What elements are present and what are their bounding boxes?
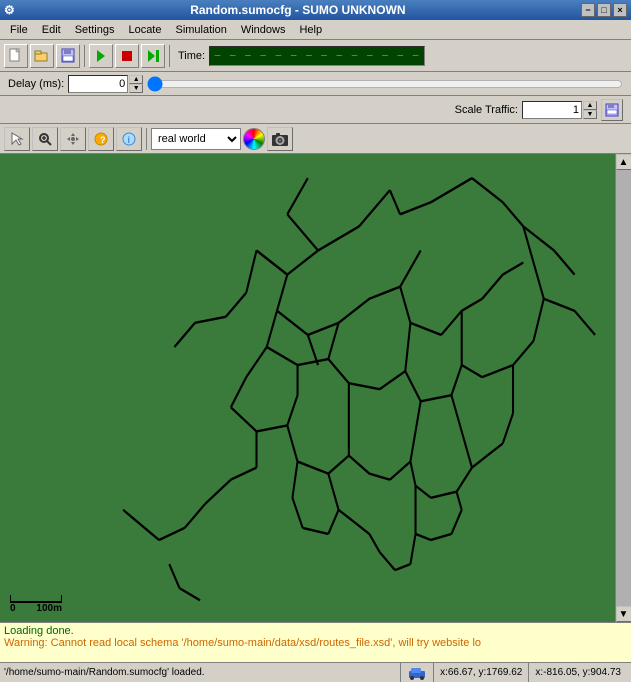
- main-toolbar: Time: − − − − − − − − − − − − − −: [0, 40, 631, 72]
- status-bar: Loading done. Warning: Cannot read local…: [0, 622, 631, 662]
- delay-down[interactable]: ▼: [129, 84, 143, 93]
- scroll-track[interactable]: [616, 170, 631, 606]
- scale-spinner[interactable]: ▲ ▼: [583, 101, 597, 119]
- delay-up[interactable]: ▲: [129, 75, 143, 84]
- status-line2: Warning: Cannot read local schema '/home…: [4, 637, 627, 649]
- scale-down[interactable]: ▼: [583, 110, 597, 119]
- scroll-up-button[interactable]: ▲: [616, 154, 631, 170]
- coord2: x:-816.05, y:904.73: [529, 663, 627, 682]
- car-icon: [407, 666, 427, 680]
- scale-up[interactable]: ▲: [583, 101, 597, 110]
- svg-text:i: i: [128, 135, 131, 145]
- open-button[interactable]: [30, 44, 54, 68]
- save-scale-button[interactable]: [601, 99, 623, 121]
- map-svg: [0, 154, 631, 622]
- maximize-button[interactable]: □: [597, 3, 611, 17]
- title-bar: ⚙ Random.sumocfg - SUMO UNKNOWN − □ ×: [0, 0, 631, 20]
- title-icon: ⚙: [4, 0, 15, 20]
- menu-help[interactable]: Help: [293, 22, 328, 38]
- scale-input[interactable]: 1: [522, 101, 582, 119]
- pan-button[interactable]: [60, 127, 86, 151]
- view-select[interactable]: real world standard satellite: [151, 128, 241, 150]
- status-line1: Loading done.: [4, 625, 627, 637]
- play-button[interactable]: [89, 44, 113, 68]
- zoom-button[interactable]: [32, 127, 58, 151]
- menu-edit[interactable]: Edit: [36, 22, 67, 38]
- menu-locate[interactable]: Locate: [122, 22, 167, 38]
- menu-file[interactable]: File: [4, 22, 34, 38]
- time-label: Time:: [178, 50, 205, 62]
- scale-toolbar: Scale Traffic: 1 ▲ ▼: [0, 96, 631, 124]
- map-area[interactable]: 0 100m ▲ ▼: [0, 154, 631, 622]
- delay-label: Delay (ms):: [8, 78, 64, 90]
- minimize-button[interactable]: −: [581, 3, 595, 17]
- scale-label: Scale Traffic:: [455, 104, 518, 116]
- delay-input[interactable]: 0: [68, 75, 128, 93]
- map-scrollbar[interactable]: ▲ ▼: [615, 154, 631, 622]
- view-toolbar: ? i real world standard satellite: [0, 124, 631, 154]
- menu-simulation[interactable]: Simulation: [169, 22, 232, 38]
- delay-toolbar: Delay (ms): 0 ▲ ▼: [0, 72, 631, 96]
- delay-spinner[interactable]: ▲ ▼: [129, 75, 143, 93]
- menu-bar: File Edit Settings Locate Simulation Win…: [0, 20, 631, 40]
- menu-windows[interactable]: Windows: [235, 22, 292, 38]
- car-icon-area: [401, 663, 434, 682]
- step-button[interactable]: [141, 44, 165, 68]
- scale-bar: 0 100m: [10, 595, 62, 614]
- color-scheme-button[interactable]: [243, 128, 265, 150]
- camera-button[interactable]: [267, 127, 293, 151]
- info-bar: '/home/sumo-main/Random.sumocfg' loaded.…: [0, 662, 631, 682]
- coord1: x:66.67, y:1769.62: [434, 663, 529, 682]
- svg-text:?: ?: [100, 135, 106, 145]
- object-info-button[interactable]: i: [116, 127, 142, 151]
- scale-start: 0: [10, 603, 16, 614]
- close-button[interactable]: ×: [613, 3, 627, 17]
- window-title: Random.sumocfg - SUMO UNKNOWN: [15, 0, 581, 20]
- time-display: − − − − − − − − − − − − − −: [209, 46, 425, 66]
- save-sim-button[interactable]: [56, 44, 80, 68]
- window-controls: − □ ×: [581, 3, 627, 17]
- file-path: '/home/sumo-main/Random.sumocfg' loaded.: [4, 663, 401, 682]
- info-button[interactable]: ?: [88, 127, 114, 151]
- scroll-down-button[interactable]: ▼: [616, 606, 631, 622]
- menu-settings[interactable]: Settings: [69, 22, 121, 38]
- new-button[interactable]: [4, 44, 28, 68]
- stop-button[interactable]: [115, 44, 139, 68]
- scale-end: 100m: [36, 603, 62, 614]
- delay-slider[interactable]: [147, 76, 623, 92]
- arrow-tool-button[interactable]: [4, 127, 30, 151]
